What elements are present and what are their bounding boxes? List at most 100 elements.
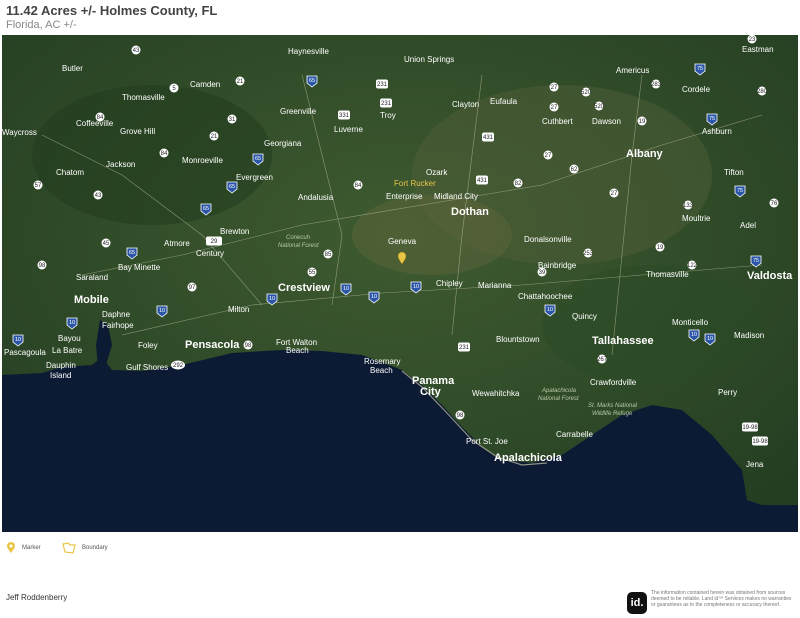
map-subtitle: Florida, AC +/- (6, 19, 77, 31)
svg-text:27: 27 (545, 153, 552, 159)
svg-text:85: 85 (325, 252, 332, 258)
svg-text:Chipley: Chipley (436, 279, 463, 288)
svg-text:Beach: Beach (286, 346, 309, 355)
svg-text:10: 10 (269, 296, 275, 302)
svg-text:Thomasville: Thomasville (122, 93, 165, 102)
svg-text:Ozark: Ozark (426, 168, 448, 177)
svg-text:Conecuh: Conecuh (286, 235, 311, 241)
svg-text:Georgiana: Georgiana (264, 139, 302, 148)
svg-text:27: 27 (551, 105, 558, 111)
city-apalachicola: Apalachicola (494, 452, 563, 464)
svg-text:Greenville: Greenville (280, 107, 317, 116)
svg-text:84: 84 (97, 115, 104, 121)
svg-text:Saraland: Saraland (76, 273, 108, 282)
svg-text:31: 31 (229, 117, 236, 123)
svg-text:19: 19 (657, 245, 664, 251)
svg-text:10: 10 (691, 332, 697, 338)
svg-text:43: 43 (133, 48, 140, 54)
svg-text:Union Springs: Union Springs (404, 55, 454, 64)
svg-text:Jackson: Jackson (106, 160, 135, 169)
polygon-icon (62, 542, 76, 554)
svg-text:75: 75 (697, 66, 703, 72)
svg-text:98: 98 (245, 343, 252, 349)
city-mobile: Mobile (74, 294, 109, 306)
svg-text:Evergreen: Evergreen (236, 173, 273, 182)
svg-text:Foley: Foley (138, 341, 158, 350)
svg-text:Waycross: Waycross (2, 128, 37, 137)
svg-text:Marianna: Marianna (478, 281, 512, 290)
svg-text:21: 21 (211, 134, 218, 140)
svg-text:76: 76 (771, 201, 778, 207)
svg-text:10: 10 (159, 308, 165, 314)
svg-text:97: 97 (189, 285, 196, 291)
svg-text:Crawfordville: Crawfordville (590, 378, 637, 387)
svg-text:Wewahitchka: Wewahitchka (472, 389, 520, 398)
legend-boundary-label: Boundary (82, 545, 108, 551)
svg-text:National Forest: National Forest (538, 396, 579, 402)
svg-text:231: 231 (381, 101, 392, 107)
map-canvas: Mobile Pensacola Crestview Dothan Panama… (2, 35, 798, 532)
svg-text:84: 84 (355, 183, 362, 189)
svg-text:Beach: Beach (370, 366, 393, 375)
svg-text:231: 231 (459, 345, 470, 351)
svg-text:65: 65 (203, 206, 209, 212)
svg-text:Ashburn: Ashburn (702, 127, 732, 136)
svg-text:Adel: Adel (740, 221, 756, 230)
svg-text:65: 65 (309, 78, 315, 84)
svg-text:253: 253 (583, 251, 594, 257)
disclaimer-text: The information contained herein was obt… (651, 590, 792, 608)
svg-text:Clayton: Clayton (452, 100, 479, 109)
svg-text:Milton: Milton (228, 305, 249, 314)
svg-text:82: 82 (515, 181, 522, 187)
city-albany: Albany (626, 148, 664, 160)
city-crestview: Crestview (278, 282, 330, 294)
svg-text:292: 292 (173, 363, 184, 369)
svg-text:Pascagoula: Pascagoula (4, 348, 46, 357)
svg-text:431: 431 (483, 135, 494, 141)
svg-text:29: 29 (211, 239, 218, 245)
svg-text:Monroeville: Monroeville (182, 156, 223, 165)
svg-text:39: 39 (539, 270, 546, 276)
svg-text:10: 10 (413, 284, 419, 290)
svg-text:La Batre: La Batre (52, 346, 83, 355)
svg-text:Century: Century (196, 249, 224, 258)
svg-text:65: 65 (255, 156, 261, 162)
svg-text:Brewton: Brewton (220, 227, 249, 236)
svg-text:431: 431 (477, 178, 488, 184)
svg-text:Eastman: Eastman (742, 45, 774, 54)
svg-text:27: 27 (611, 191, 618, 197)
svg-text:19-98: 19-98 (752, 439, 768, 445)
svg-text:21: 21 (237, 79, 244, 85)
svg-text:Enterprise: Enterprise (386, 192, 423, 201)
svg-text:Rosemary: Rosemary (364, 357, 400, 366)
svg-text:Eufaula: Eufaula (490, 97, 518, 106)
svg-text:Moultrie: Moultrie (682, 214, 711, 223)
city-pensacola: Pensacola (185, 339, 240, 351)
svg-text:10: 10 (547, 307, 553, 313)
satellite-map[interactable]: Mobile Pensacola Crestview Dothan Panama… (2, 35, 798, 532)
svg-text:98: 98 (39, 263, 46, 269)
svg-text:Coffeeville: Coffeeville (76, 119, 114, 128)
svg-text:Bay Minette: Bay Minette (118, 263, 161, 272)
svg-text:Americus: Americus (616, 66, 649, 75)
svg-text:Grove Hill: Grove Hill (120, 127, 155, 136)
svg-text:23: 23 (749, 37, 756, 43)
svg-text:Gulf Shores: Gulf Shores (126, 363, 168, 372)
svg-text:10: 10 (15, 337, 21, 343)
svg-text:520: 520 (581, 90, 592, 96)
svg-text:65: 65 (129, 250, 135, 256)
city-dothan: Dothan (451, 206, 489, 218)
svg-text:Cordele: Cordele (682, 85, 711, 94)
svg-text:331: 331 (339, 113, 350, 119)
svg-text:St. Marks National: St. Marks National (588, 403, 638, 409)
svg-text:Port St. Joe: Port St. Joe (466, 437, 508, 446)
svg-text:Monticello: Monticello (672, 318, 709, 327)
svg-text:10: 10 (343, 286, 349, 292)
svg-text:57: 57 (35, 183, 42, 189)
svg-text:75: 75 (737, 188, 743, 194)
city-panama-city-2: City (420, 386, 442, 398)
svg-text:Cuthbert: Cuthbert (542, 117, 573, 126)
map-title: 11.42 Acres +/- Holmes County, FL (6, 3, 218, 18)
svg-text:283: 283 (651, 82, 662, 88)
svg-text:Atmore: Atmore (164, 239, 190, 248)
